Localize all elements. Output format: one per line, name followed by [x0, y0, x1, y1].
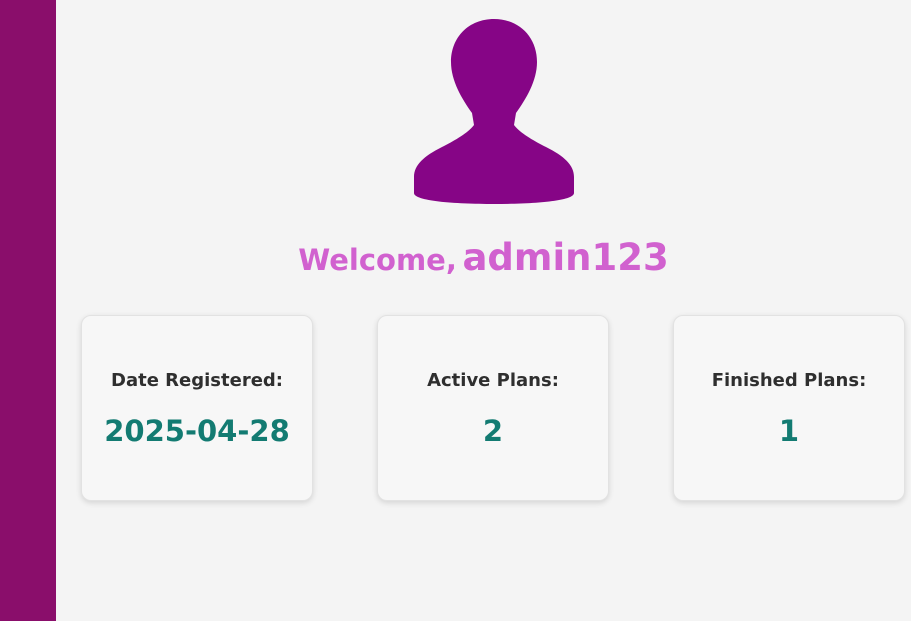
- stat-value: 1: [778, 414, 800, 448]
- stat-card-date-registered: Date Registered: 2025-04-28: [81, 315, 313, 501]
- welcome-label: Welcome,: [298, 243, 457, 277]
- stat-value: 2025-04-28: [104, 414, 290, 448]
- stat-label: Date Registered:: [111, 370, 283, 391]
- stat-value: 2: [482, 414, 504, 448]
- welcome-username: admin123: [462, 236, 669, 279]
- main-content: Welcome, admin123 Date Registered: 2025-…: [56, 0, 911, 621]
- stat-card-finished-plans: Finished Plans: 1: [673, 315, 905, 501]
- stat-label: Finished Plans:: [711, 370, 867, 391]
- stat-label: Active Plans:: [427, 370, 559, 391]
- user-avatar-icon: [414, 17, 574, 207]
- welcome-heading: Welcome, admin123: [56, 236, 911, 279]
- stat-card-active-plans: Active Plans: 2: [377, 315, 609, 501]
- sidebar: [0, 0, 56, 621]
